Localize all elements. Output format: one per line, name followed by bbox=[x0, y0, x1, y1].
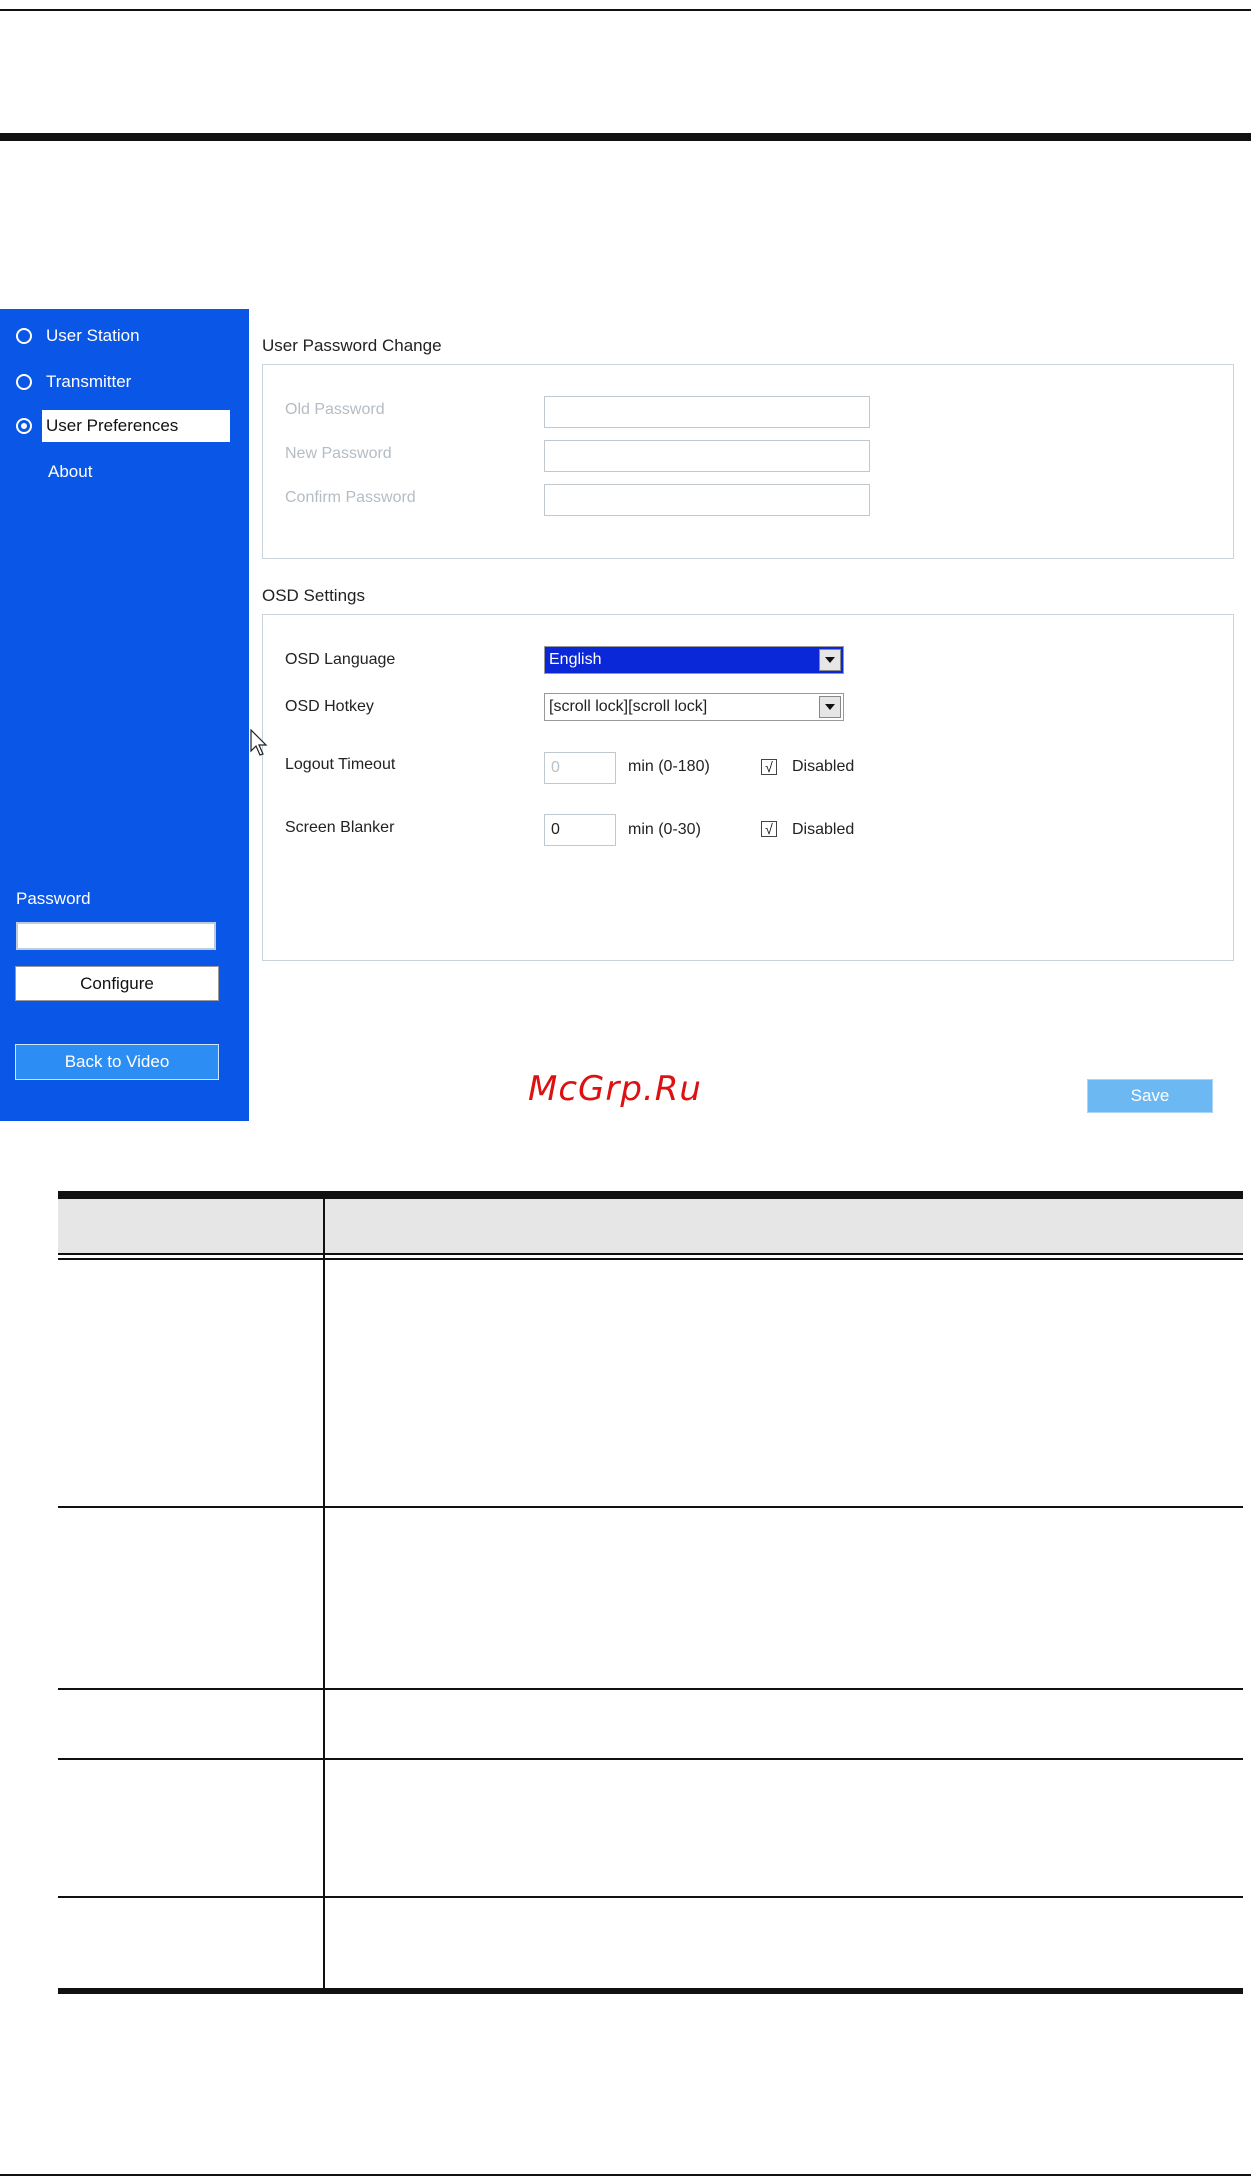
save-button[interactable]: Save bbox=[1087, 1079, 1213, 1113]
configure-button[interactable]: Configure bbox=[15, 966, 219, 1001]
sidebar-item-user-preferences[interactable]: User Preferences bbox=[16, 410, 230, 442]
footer-rule bbox=[0, 2174, 1251, 2176]
osd-language-label: OSD Language bbox=[285, 651, 396, 668]
app-screenshot: User Station Transmitter User Preference… bbox=[0, 309, 1251, 1121]
sidebar-item-label: User Preferences bbox=[42, 410, 230, 442]
sidebar: User Station Transmitter User Preference… bbox=[0, 309, 249, 1121]
password-input[interactable] bbox=[16, 922, 216, 950]
mouse-cursor-icon bbox=[250, 729, 268, 756]
osd-language-select[interactable]: English bbox=[544, 646, 844, 674]
header-rule-thin bbox=[0, 9, 1251, 11]
osd-hotkey-value: [scroll lock][scroll lock] bbox=[549, 698, 708, 715]
password-label: Password bbox=[16, 889, 91, 908]
back-to-video-button[interactable]: Back to Video bbox=[15, 1044, 219, 1080]
header-rule-thick bbox=[0, 133, 1251, 141]
dropdown-button[interactable] bbox=[819, 696, 841, 718]
main-content: User Password Change Old Password New Pa… bbox=[249, 309, 1251, 1121]
logout-timeout-unit: min (0-180) bbox=[628, 758, 710, 775]
table-header-row bbox=[58, 1199, 1243, 1253]
table-row-rule bbox=[58, 1688, 1243, 1690]
chevron-down-icon bbox=[825, 657, 835, 663]
sidebar-item-transmitter[interactable]: Transmitter bbox=[16, 367, 135, 397]
screen-blanker-label: Screen Blanker bbox=[285, 819, 395, 836]
logout-disabled-label: Disabled bbox=[792, 758, 855, 775]
old-password-field[interactable] bbox=[544, 396, 870, 428]
blanker-disabled-label: Disabled bbox=[792, 821, 855, 838]
osd-hotkey-select[interactable]: [scroll lock][scroll lock] bbox=[544, 693, 844, 721]
sidebar-item-label: Transmitter bbox=[46, 372, 132, 391]
table-header-rule bbox=[58, 1258, 1243, 1260]
confirm-password-field[interactable] bbox=[544, 484, 870, 516]
confirm-password-label: Confirm Password bbox=[285, 489, 416, 506]
osd-language-value: English bbox=[549, 651, 602, 668]
new-password-label: New Password bbox=[285, 445, 392, 462]
chevron-down-icon bbox=[825, 704, 835, 710]
logout-disabled-checkbox[interactable]: √ bbox=[761, 759, 777, 775]
sidebar-item-user-station[interactable]: User Station bbox=[16, 321, 144, 351]
table-row-rule bbox=[58, 1896, 1243, 1898]
radio-checked-icon bbox=[16, 418, 32, 434]
logout-timeout-label: Logout Timeout bbox=[285, 756, 396, 773]
radio-icon bbox=[16, 328, 32, 344]
screen-blanker-field[interactable]: 0 bbox=[544, 814, 616, 846]
sidebar-item-about[interactable]: About bbox=[44, 457, 96, 487]
watermark-text: McGrp.Ru bbox=[528, 1069, 702, 1109]
new-password-field[interactable] bbox=[544, 440, 870, 472]
old-password-label: Old Password bbox=[285, 401, 385, 418]
dropdown-button[interactable] bbox=[819, 649, 841, 671]
table-header-rule bbox=[58, 1253, 1243, 1255]
osd-hotkey-label: OSD Hotkey bbox=[285, 698, 374, 715]
table-bottom-rule bbox=[58, 1988, 1243, 1994]
password-change-title: User Password Change bbox=[262, 336, 442, 355]
sidebar-item-label: About bbox=[48, 462, 93, 481]
screen-blanker-unit: min (0-30) bbox=[628, 821, 701, 838]
blanker-disabled-checkbox[interactable]: √ bbox=[761, 821, 777, 837]
logout-timeout-field[interactable]: 0 bbox=[544, 752, 616, 784]
table-column-divider bbox=[323, 1199, 325, 1989]
table-row-rule bbox=[58, 1758, 1243, 1760]
table-top-rule bbox=[58, 1191, 1243, 1199]
osd-settings-title: OSD Settings bbox=[262, 586, 365, 605]
radio-icon bbox=[16, 374, 32, 390]
table-row-rule bbox=[58, 1506, 1243, 1508]
sidebar-item-label: User Station bbox=[46, 326, 140, 345]
